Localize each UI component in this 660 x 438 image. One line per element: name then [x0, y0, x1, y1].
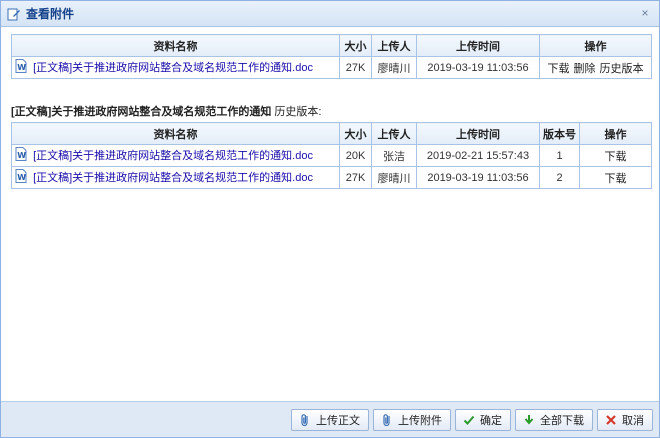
cancel-label: 取消 — [622, 414, 644, 427]
column-header-uploader: 上传人 — [371, 34, 417, 57]
dialog-body: 资料名称 大小 上传人 上传时间 操作 W [正文稿]关于推进政府网站整合及域名… — [1, 27, 659, 401]
check-icon — [462, 413, 476, 427]
history-versions-table: 资料名称 大小 上传人 上传时间 版本号 操作 W [正文稿]关于推进政府网站整… — [11, 122, 652, 189]
file-actions: 下载 — [579, 144, 652, 167]
file-upload-time: 2019-02-21 15:57:43 — [416, 144, 540, 167]
file-size: 27K — [339, 56, 372, 79]
download-link[interactable]: 下载 — [605, 173, 627, 185]
file-uploader: 廖晴川 — [371, 166, 417, 189]
svg-text:W: W — [17, 151, 26, 160]
column-header-name: 资料名称 — [11, 122, 340, 145]
table-row: W [正文稿]关于推进政府网站整合及域名规范工作的通知.doc 27K 廖晴川 … — [11, 56, 652, 79]
svg-text:W: W — [17, 63, 26, 72]
delete-link[interactable]: 删除 — [574, 63, 596, 75]
column-header-name: 资料名称 — [11, 34, 340, 57]
column-header-actions: 操作 — [579, 122, 652, 145]
column-header-time: 上传时间 — [416, 122, 540, 145]
table-row: W [正文稿]关于推进政府网站整合及域名规范工作的通知.doc 27K 廖晴川 … — [11, 166, 652, 189]
dialog-footer: 上传正文 上传附件 确定 全部下载 取消 — [1, 401, 659, 437]
file-size: 27K — [339, 166, 372, 189]
upload-attachment-label: 上传附件 — [398, 414, 442, 427]
file-size: 20K — [339, 144, 372, 167]
download-all-button[interactable]: 全部下载 — [515, 408, 593, 431]
download-arrow-icon — [522, 413, 536, 427]
column-header-version: 版本号 — [539, 122, 580, 145]
history-caption-title: [正文稿]关于推进政府网站整合及域名规范工作的通知 — [11, 106, 272, 118]
file-upload-time: 2019-03-19 11:03:56 — [416, 166, 540, 189]
confirm-button[interactable]: 确定 — [455, 408, 511, 431]
dialog-titlebar: 查看附件 × — [1, 1, 659, 27]
history-version-link[interactable]: 历史版本 — [600, 63, 644, 75]
file-upload-time: 2019-03-19 11:03:56 — [416, 56, 540, 79]
file-uploader: 廖晴川 — [371, 56, 417, 79]
column-header-size: 大小 — [339, 34, 372, 57]
file-actions: 下载 — [579, 166, 652, 189]
file-link[interactable]: [正文稿]关于推进政府网站整合及域名规范工作的通知.doc — [33, 172, 313, 184]
svg-text:W: W — [17, 173, 26, 182]
dialog-title: 查看附件 — [26, 7, 75, 21]
download-link[interactable]: 下载 — [605, 151, 627, 163]
word-doc-icon: W — [15, 169, 27, 186]
file-version: 2 — [539, 166, 580, 189]
upload-main-button[interactable]: 上传正文 — [291, 408, 369, 431]
download-all-label: 全部下载 — [540, 414, 584, 427]
close-button[interactable]: × — [639, 7, 651, 19]
file-name-cell: W [正文稿]关于推进政府网站整合及域名规范工作的通知.doc — [11, 56, 340, 79]
edit-icon — [7, 7, 21, 21]
paperclip-icon — [298, 413, 312, 427]
history-caption: [正文稿]关于推进政府网站整合及域名规范工作的通知 历史版本: — [11, 103, 649, 119]
cross-icon — [604, 413, 618, 427]
file-name-cell: W [正文稿]关于推进政府网站整合及域名规范工作的通知.doc — [11, 166, 340, 189]
history-caption-suffix: 历史版本: — [274, 106, 322, 118]
column-header-size: 大小 — [339, 122, 372, 145]
table-row: W [正文稿]关于推进政府网站整合及域名规范工作的通知.doc 20K 张洁 2… — [11, 144, 652, 167]
paperclip-icon — [380, 413, 394, 427]
column-header-actions: 操作 — [539, 34, 652, 57]
cancel-button[interactable]: 取消 — [597, 408, 653, 431]
file-version: 1 — [539, 144, 580, 167]
column-header-uploader: 上传人 — [371, 122, 417, 145]
current-attachments-table: 资料名称 大小 上传人 上传时间 操作 W [正文稿]关于推进政府网站整合及域名… — [11, 34, 652, 79]
upload-main-label: 上传正文 — [316, 414, 360, 427]
word-doc-icon: W — [15, 147, 27, 164]
upload-attachment-button[interactable]: 上传附件 — [373, 408, 451, 431]
column-header-time: 上传时间 — [416, 34, 540, 57]
word-doc-icon: W — [15, 59, 27, 76]
table-header-row: 资料名称 大小 上传人 上传时间 操作 — [11, 34, 652, 57]
confirm-label: 确定 — [480, 414, 502, 427]
attachment-dialog: 查看附件 × 资料名称 大小 上传人 上传时间 操作 W [正文稿]关于推进政府… — [0, 0, 660, 438]
file-actions: 下载 删除 历史版本 — [539, 56, 652, 79]
file-name-cell: W [正文稿]关于推进政府网站整合及域名规范工作的通知.doc — [11, 144, 340, 167]
table-header-row: 资料名称 大小 上传人 上传时间 版本号 操作 — [11, 122, 652, 145]
file-link[interactable]: [正文稿]关于推进政府网站整合及域名规范工作的通知.doc — [33, 150, 313, 162]
file-uploader: 张洁 — [371, 144, 417, 167]
file-link[interactable]: [正文稿]关于推进政府网站整合及域名规范工作的通知.doc — [33, 62, 313, 74]
download-link[interactable]: 下载 — [548, 63, 570, 75]
